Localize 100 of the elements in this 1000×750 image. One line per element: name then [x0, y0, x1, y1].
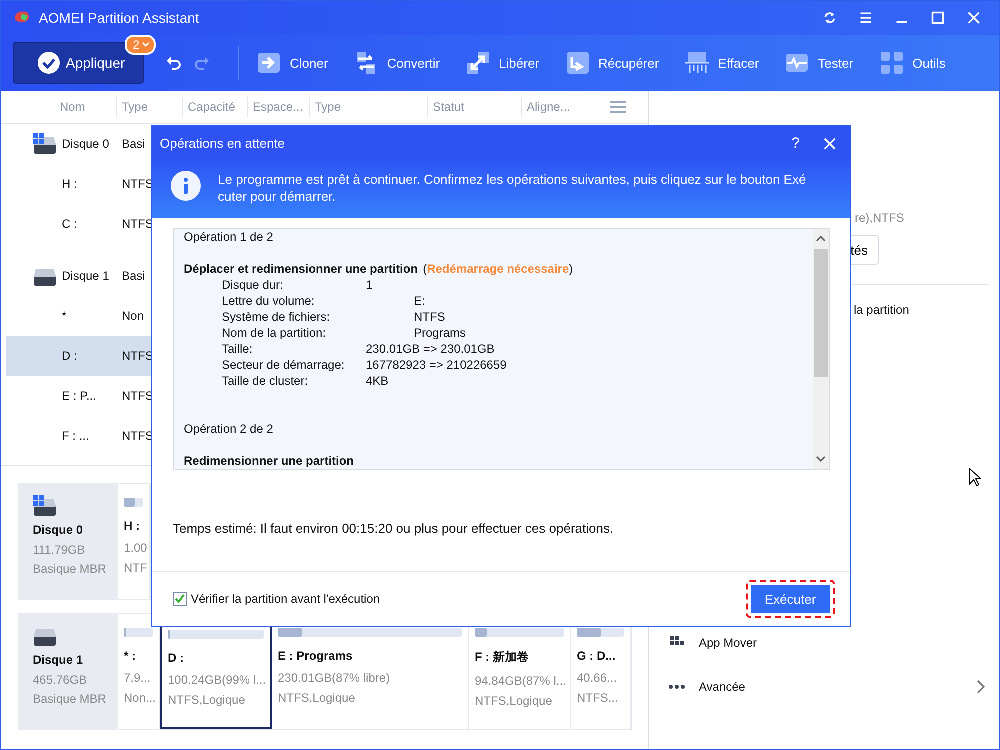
clone-tool-icon: [257, 51, 281, 75]
close-icon[interactable]: [967, 11, 981, 25]
disk-name: Disque 0: [33, 523, 84, 537]
checkbox[interactable]: [173, 592, 187, 606]
detail-label: Lettre du volume:: [222, 293, 316, 309]
partition-name: D :: [62, 349, 78, 363]
toolbar-tool[interactable]: Outils: [880, 51, 946, 75]
disk-style: Basique MBR: [33, 562, 108, 576]
partition-filesystem: NTF: [124, 561, 148, 575]
table-row[interactable]: Disque 1 Basi: [6, 256, 151, 296]
partition-name: C :: [62, 217, 78, 231]
partition-card[interactable]: H : 1.00 NTF: [118, 484, 150, 599]
partition-size: 100.24GB(99% l...: [168, 673, 268, 687]
mouse-cursor-icon: [969, 468, 981, 488]
scroll-down-icon[interactable]: [816, 456, 826, 462]
partition-filesystem: Non...: [124, 691, 158, 705]
disk-size: 111.79GB: [33, 543, 86, 557]
detail-label: Système de fichiers:: [222, 309, 332, 325]
operation-link[interactable]: la partition: [854, 303, 999, 317]
menu-label: App Mover: [699, 636, 758, 650]
disk-card[interactable]: Disque 1 465.76GB Basique MBR: [18, 613, 118, 730]
partition-filesystem: NTFS...: [577, 691, 620, 705]
free-tool-icon: [466, 51, 490, 75]
estimated-time: Temps estimé: Il faut environ 00:15:20 ou plus pour effectuer ces opérations.: [173, 521, 615, 536]
toolbar-tool[interactable]: Libérer: [466, 51, 540, 75]
operation-heading: Opération 2 de 2: [184, 421, 274, 437]
disk-name: Disque 1: [33, 653, 84, 667]
scrollbar[interactable]: [813, 229, 829, 469]
detail-label: Taille de cluster:: [222, 373, 310, 389]
partition-label: D :: [168, 651, 185, 665]
restart-note: (Redémarrage nécessaire): [423, 261, 574, 277]
detail-value: 230.01GB => 230.01GB: [366, 341, 495, 357]
partition-name: *: [62, 309, 67, 323]
partition-filesystem: NTFS,Logique: [475, 694, 554, 708]
partition-size: 230.01GB(87% libre): [278, 671, 392, 685]
partition-label: H :: [124, 519, 141, 533]
detail-label: Taille:: [222, 341, 254, 357]
partition-type: Basi: [122, 137, 146, 151]
toolbar-tool[interactable]: Récupérer: [566, 51, 660, 75]
partition-label: E : Programs: [278, 649, 354, 663]
scroll-up-icon[interactable]: [816, 236, 826, 242]
window-title: AOMEI Partition Assistant: [39, 10, 200, 26]
disk-style: Basique MBR: [33, 692, 108, 706]
detail-label: Nom de la partition:: [222, 325, 328, 341]
toolbar-tool[interactable]: Cloner: [257, 51, 328, 75]
partition-label: F : 新加卷: [475, 649, 530, 666]
help-button[interactable]: ?: [792, 135, 800, 152]
toolbar-tool[interactable]: Tester: [785, 51, 854, 75]
menu-label: Avancée: [699, 680, 746, 694]
test-tool-icon: [785, 51, 810, 75]
toolbar-tool[interactable]: Effacer: [685, 51, 760, 75]
refresh-icon[interactable]: [823, 11, 837, 25]
partition-size: 1.00: [124, 541, 148, 555]
maximize-icon[interactable]: [931, 11, 945, 25]
toolbar-tool[interactable]: Convertir: [354, 51, 440, 75]
side-menu-item[interactable]: App Mover: [649, 621, 999, 665]
detail-value: NTFS: [414, 309, 446, 325]
checkbox-label[interactable]: Vérifier la partition avant l'exécution: [191, 592, 380, 606]
undo-icon[interactable]: [166, 55, 182, 71]
detail-label: Disque dur:: [222, 277, 284, 293]
disk-size: 465.76GB: [33, 673, 88, 687]
partition-name: H :: [62, 177, 78, 191]
partition-type: Non: [122, 309, 144, 323]
disk-card[interactable]: Disque 0 111.79GB Basique MBR: [18, 483, 118, 600]
table-row[interactable]: Disque 0 Basi: [6, 124, 151, 164]
partition-label: * :: [124, 649, 137, 663]
partition-type: Basi: [122, 269, 146, 283]
partition-filesystem: NTFS,Logique: [168, 693, 246, 707]
partition-size: 40.66...: [577, 671, 618, 685]
partition-name: F : ...: [62, 429, 90, 443]
dialog-title: Opérations en attente: [160, 136, 286, 151]
menu-icon[interactable]: [859, 11, 873, 25]
partition-filesystem: NTFS,Logique: [278, 691, 356, 705]
partition-name: Disque 1: [62, 269, 110, 283]
execute-button[interactable]: Exécuter: [751, 585, 830, 613]
operation-heading: Opération 1 de 2: [184, 229, 274, 245]
operation-title: Déplacer et redimensionner une partition: [184, 261, 418, 277]
table-row[interactable]: * Non: [6, 296, 151, 336]
recover-tool-icon: [566, 51, 590, 75]
dialog-message: Le programme est prêt à continuer. Confirmez les opérations suivantes, puis cliquez sur le bouton Exé cuter pour démarrer.: [218, 171, 808, 205]
info-icon: [171, 171, 201, 201]
partition-label: G : D...: [577, 649, 617, 663]
detail-value: 1: [366, 277, 373, 293]
operation-title: Redimensionner une partition: [184, 453, 354, 469]
side-menu-item[interactable]: Avancée: [649, 665, 999, 709]
partition-size: 94.84GB(87% l...: [475, 674, 568, 688]
detail-label: Secteur de démarrage:: [222, 357, 346, 373]
check-icon: [38, 52, 60, 74]
detail-value: 4KB: [366, 373, 389, 389]
partition-info: re),NTFS: [855, 211, 906, 225]
tools-tool-icon: [880, 51, 904, 75]
partition-name: Disque 0: [62, 137, 110, 151]
detail-value: Programs: [414, 325, 466, 341]
partition-size: 7.9...: [124, 671, 152, 685]
wipe-tool-icon: [685, 51, 710, 75]
partition-name: E : P...: [62, 389, 96, 403]
chevron-right-icon: [977, 680, 985, 694]
detail-value: 167782923 => 210226659: [366, 357, 507, 373]
detail-value: E:: [414, 293, 426, 309]
close-icon[interactable]: [824, 138, 836, 150]
